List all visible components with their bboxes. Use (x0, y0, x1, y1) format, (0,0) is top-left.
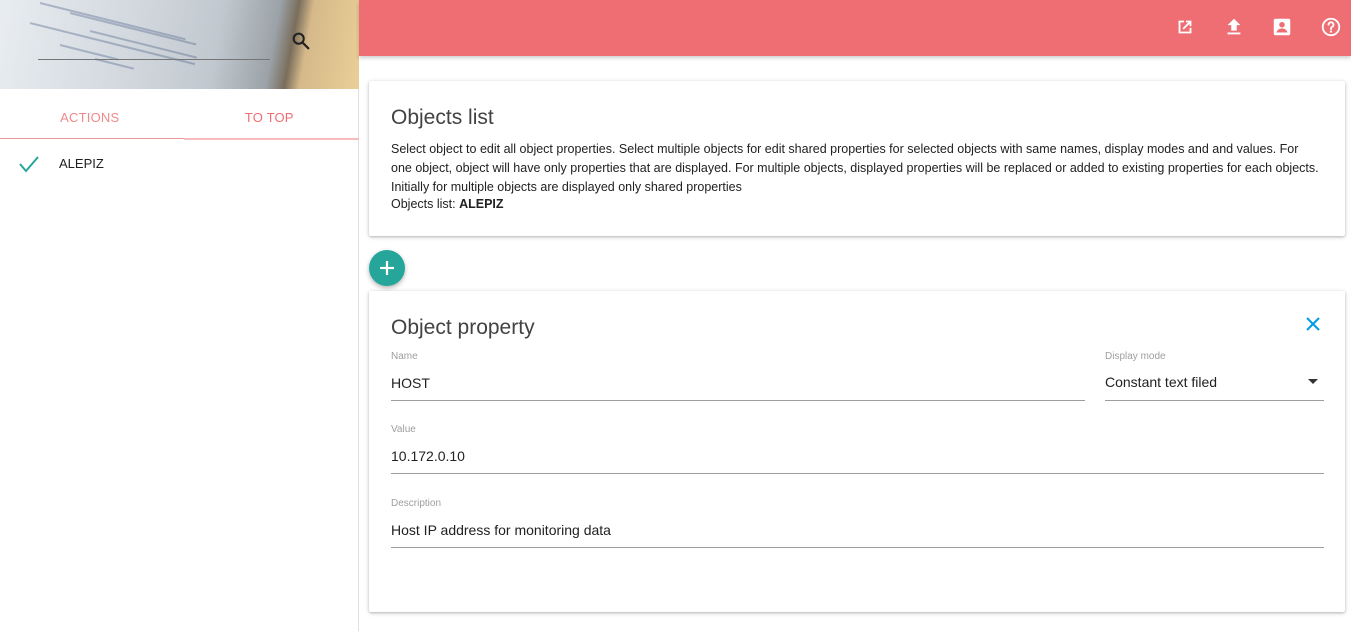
sidebar: ACTIONS TO TOP ALEPIZ (0, 0, 359, 631)
sidebar-tabs: ACTIONS TO TOP (0, 98, 359, 139)
name-label: Name (391, 351, 418, 362)
close-icon[interactable] (1304, 315, 1322, 333)
value-field[interactable] (391, 439, 1324, 474)
dropdown-arrow-icon (1308, 379, 1318, 384)
object-property-card: Object property Name Display mode Consta… (369, 291, 1345, 612)
account-box-icon[interactable] (1271, 16, 1293, 38)
search-input[interactable] (38, 26, 270, 60)
sidebar-header-background (0, 0, 359, 89)
upload-icon[interactable] (1223, 16, 1245, 38)
description-field[interactable] (391, 513, 1324, 548)
description-label: Description (391, 498, 442, 509)
search-icon[interactable] (290, 30, 312, 52)
value-label: Value (391, 424, 416, 435)
tab-actions[interactable]: ACTIONS (0, 98, 180, 138)
plus-icon (380, 261, 394, 275)
display-mode-label: Display mode (1105, 351, 1166, 362)
add-property-button[interactable] (369, 250, 405, 286)
objects-list-summary: Objects list: ALEPIZ (391, 197, 504, 211)
tab-indicator (184, 138, 359, 140)
open-in-new-icon[interactable] (1174, 16, 1196, 38)
top-navbar (359, 0, 1351, 56)
object-list-item[interactable]: ALEPIZ (0, 146, 359, 180)
help-icon[interactable] (1320, 16, 1342, 38)
display-mode-value: Constant text filed (1105, 374, 1218, 390)
display-mode-select[interactable]: Constant text filed (1105, 366, 1324, 401)
objects-list-title: Objects list (391, 106, 494, 129)
objects-list-description: Select object to edit all object propert… (391, 142, 1319, 194)
object-property-title: Object property (391, 316, 535, 339)
check-icon[interactable] (18, 154, 40, 174)
tab-to-top[interactable]: TO TOP (180, 98, 360, 138)
object-label: ALEPIZ (59, 156, 104, 171)
name-field[interactable] (391, 366, 1085, 401)
objects-list-value: ALEPIZ (459, 197, 504, 211)
objects-list-label: Objects list: (391, 197, 460, 211)
objects-list-card: Objects list Select object to edit all o… (369, 81, 1345, 236)
